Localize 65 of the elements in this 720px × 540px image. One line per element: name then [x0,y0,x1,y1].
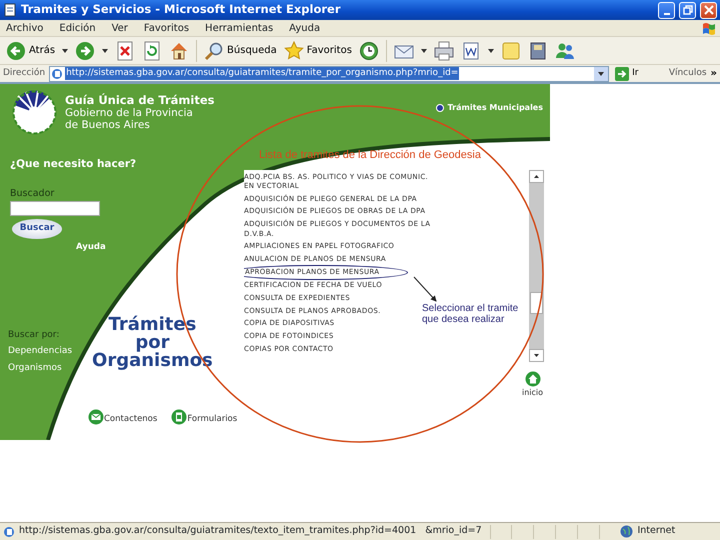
envelope-icon [88,409,104,426]
go-button[interactable]: Ir [613,66,640,82]
printer-icon [434,40,454,60]
address-label: Dirección [3,66,46,80]
search-button[interactable]: Búsqueda [202,40,279,62]
caret-icon [488,48,494,52]
print-button[interactable] [432,40,456,62]
go-arrow-icon [615,66,630,80]
dropdown-button[interactable] [100,48,110,54]
menu-item[interactable]: Ayuda [287,20,322,36]
dropdown-button[interactable] [60,48,70,54]
menu-item[interactable]: Archivo [4,20,46,36]
home-icon [524,370,541,386]
links-label[interactable]: Vínculos [668,66,707,80]
site-title: Guía Única de Trámites [65,94,214,108]
close-button[interactable] [700,2,717,18]
minimize-icon [664,13,670,15]
maximize-icon [682,5,692,15]
window-title: Tramites y Servicios - Microsoft Internet Explorer [21,1,342,18]
home-link[interactable]: inicio [522,386,544,398]
home-icon [169,40,190,60]
search-label: Buscador [10,186,56,201]
document-icon [171,409,188,426]
more-links[interactable]: » [710,66,717,81]
people-icon [554,40,575,60]
contact-link[interactable]: Contactenos [104,412,158,426]
section-heading: ¿Que necesito hacer? [10,157,138,172]
star-icon [284,40,304,60]
callout-text: Seleccionar el tramite que desea realizar [422,302,520,326]
zone-label: Internet [637,524,676,538]
back-button[interactable]: Atrás [4,40,58,62]
caret-icon [420,48,427,52]
scroll-up-icon [534,174,539,178]
sunburst-logo-icon [12,90,57,135]
status-text: http://sistemas.gba.gov.ar/consulta/guiatramites/texto_item_tramites.php?id=4001 &mrio_id=7 [19,524,482,538]
search-field[interactable] [10,201,100,216]
minimize-button[interactable] [658,2,675,18]
book-icon [528,40,548,60]
flag-logo-icon [702,21,716,35]
history-icon [358,40,379,60]
scroll-down-icon [534,354,539,356]
address-field[interactable]: http://sistemas.gba.gov.ar/consulta/guiatramites/tramite_por_organismo.php?mrio_id= [49,66,610,82]
browse-label: Buscar por: [8,328,60,342]
menu-item[interactable]: Herramientas [203,20,276,36]
refresh-icon [142,40,162,60]
maximize-button[interactable] [679,2,696,18]
forms-link[interactable]: Formularios [187,412,238,426]
dropdown-button[interactable] [418,48,429,54]
menu-item[interactable]: Edición [57,20,98,36]
site-subtitle: Gobierno de la Provincia [65,107,194,120]
site-subtitle: de Buenos Aires [65,119,151,132]
favorites-button[interactable]: Favoritos [282,40,354,62]
menu-item[interactable]: Ver [110,20,130,36]
dropdown-button[interactable] [486,48,496,54]
caret-icon [598,72,604,76]
document-icon [460,40,481,60]
caret-icon [102,48,108,52]
note-icon [500,40,521,60]
stop-icon [115,40,136,60]
close-icon [704,5,714,15]
search-icon [204,40,224,60]
caret-icon [62,48,68,52]
globe-icon [620,525,634,538]
menu-item[interactable]: Favoritos [142,20,192,36]
scrollbar[interactable] [529,170,544,362]
